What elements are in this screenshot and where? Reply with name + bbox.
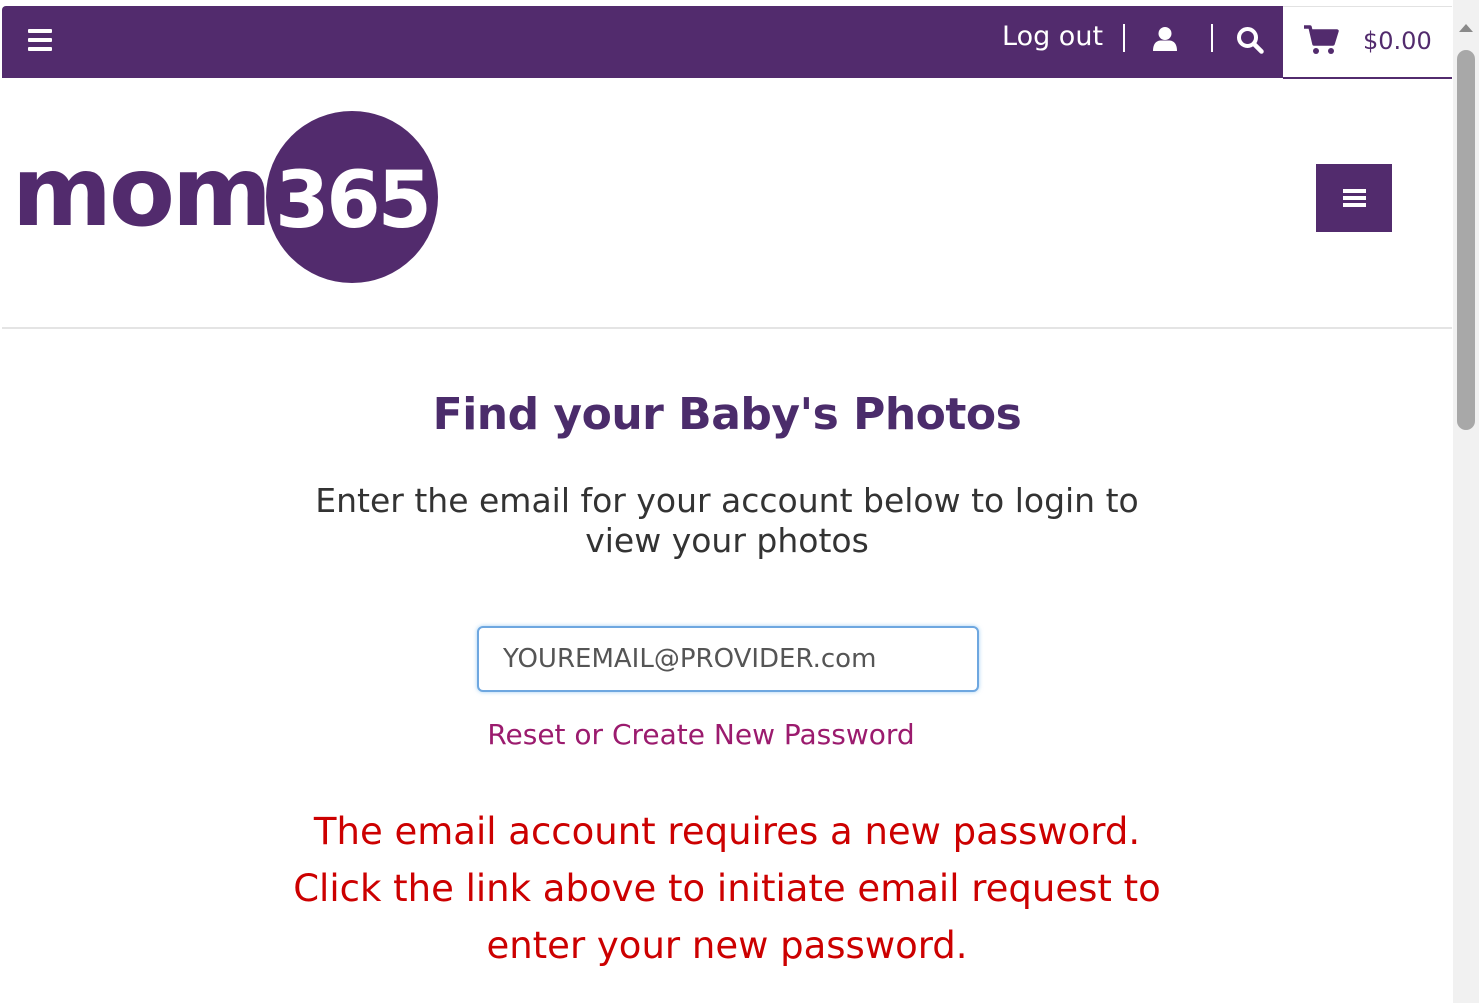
shopping-cart-icon xyxy=(1304,25,1339,54)
header-divider xyxy=(2,327,1452,329)
divider xyxy=(1123,24,1125,52)
search-icon[interactable] xyxy=(1236,26,1264,54)
user-icon[interactable] xyxy=(1152,26,1178,52)
page-frame: Log out $0.00 mom 365 Find your Baby's P… xyxy=(2,6,1452,1003)
error-message: The email account requires a new passwor… xyxy=(293,810,1161,967)
cart-total: $0.00 xyxy=(1363,27,1432,55)
mom365-logo[interactable]: mom 365 xyxy=(12,110,442,286)
scrollbar-thumb[interactable] xyxy=(1457,50,1475,430)
email-input[interactable] xyxy=(477,626,979,692)
logo-text: mom xyxy=(12,136,269,248)
scroll-up-arrow-icon[interactable] xyxy=(1459,24,1473,32)
logo-number: 365 xyxy=(275,156,429,246)
hamburger-menu-icon[interactable] xyxy=(28,29,52,51)
instructions-text: Enter the email for your account below t… xyxy=(315,481,1139,560)
header-menu-button[interactable] xyxy=(1316,164,1392,232)
divider xyxy=(1211,24,1213,52)
top-navigation-bar: Log out xyxy=(2,6,1283,78)
cart-button[interactable]: $0.00 xyxy=(1283,6,1452,79)
reset-password-link[interactable]: Reset or Create New Password xyxy=(2,718,1400,751)
page-title: Find your Baby's Photos xyxy=(432,389,1022,440)
logout-link[interactable]: Log out xyxy=(1002,21,1103,52)
